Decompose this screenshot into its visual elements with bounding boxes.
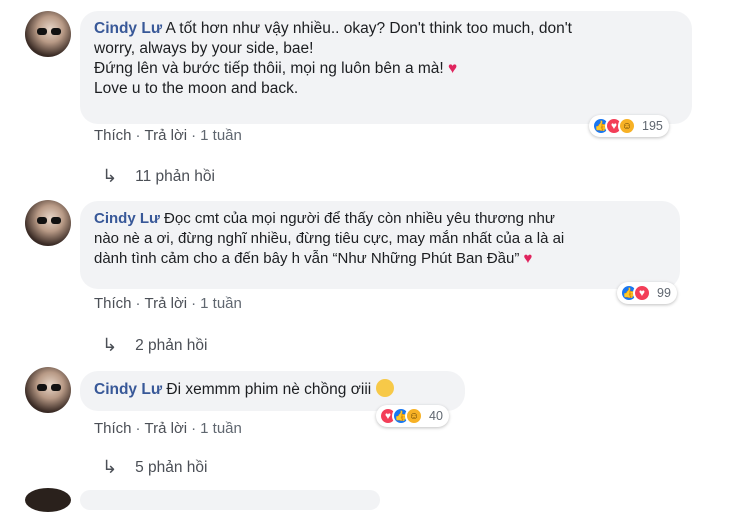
comment-actions: Thích · Trả lời · 1 tuần (94, 420, 242, 437)
replies-count-label[interactable]: 5 phản hồi (135, 459, 207, 477)
comment-author[interactable]: Cindy Lư (94, 210, 160, 227)
comment-time[interactable]: 1 tuần (200, 420, 242, 437)
reply-link[interactable]: Trả lời (145, 127, 188, 144)
separator: · (135, 127, 141, 144)
comment-bubble (80, 490, 380, 510)
comment-text-line: Đứng lên và bước tiếp thôii, mọi ng luôn… (94, 60, 444, 77)
reaction-summary[interactable]: ♥ 👍 ☺ 40 (376, 405, 449, 427)
comment-author[interactable]: Cindy Lư (94, 20, 162, 37)
separator: · (191, 295, 197, 312)
comment-text-line: dành tình cảm cho a đến bây h vẫn “Như N… (94, 250, 520, 267)
like-link[interactable]: Thích (94, 295, 132, 312)
comment-time[interactable]: 1 tuần (200, 127, 242, 144)
heart-icon: ♥ (448, 60, 458, 77)
reply-link[interactable]: Trả lời (145, 295, 188, 312)
like-link[interactable]: Thích (94, 420, 132, 437)
comment-text-line: nào nè a ơi, đừng nghĩ nhiều, đừng tiêu … (94, 230, 565, 247)
commenter-avatar[interactable] (25, 367, 71, 413)
reaction-count: 40 (429, 409, 443, 423)
reply-arrow-icon: ↳ (102, 457, 118, 477)
comment-text-line: Đọc cmt của mọi người để thấy còn nhiều … (164, 210, 555, 227)
separator: · (191, 420, 197, 437)
commenter-avatar[interactable] (25, 11, 71, 57)
reaction-count: 195 (642, 119, 663, 133)
comment-time[interactable]: 1 tuần (200, 295, 242, 312)
view-replies-link[interactable]: ↳ 5 phản hồi (102, 457, 208, 478)
reaction-count: 99 (657, 286, 671, 300)
comment-text-line: Đi xemmm phim nè chồng ơiii (166, 381, 372, 398)
haha-reaction-icon: ☺ (618, 117, 636, 135)
comment-text-line: Love u to the moon and back. (94, 80, 299, 97)
reaction-summary[interactable]: 👍 ♥ 99 (617, 282, 677, 304)
reply-arrow-icon: ↳ (102, 335, 118, 355)
commenter-avatar[interactable] (25, 488, 71, 512)
like-link[interactable]: Thích (94, 127, 132, 144)
replies-count-label[interactable]: 2 phản hồi (135, 337, 207, 355)
view-replies-link[interactable]: ↳ 11 phản hồi (102, 166, 215, 187)
haha-reaction-icon: ☺ (405, 407, 423, 425)
comment-actions: Thích · Trả lời · 1 tuần (94, 295, 242, 312)
comment-author[interactable]: Cindy Lư (94, 381, 162, 398)
reply-link[interactable]: Trả lời (145, 420, 188, 437)
comment-text-line: worry, always by your side, bae! (94, 40, 314, 57)
separator: · (135, 420, 141, 437)
commenter-avatar[interactable] (25, 200, 71, 246)
comment-actions: Thích · Trả lời · 1 tuần (94, 127, 242, 144)
smile-emoji-icon (375, 379, 394, 397)
reply-arrow-icon: ↳ (102, 166, 118, 186)
view-replies-link[interactable]: ↳ 2 phản hồi (102, 335, 208, 356)
comment-bubble: Cindy Lư A tốt hơn như vậy nhiều.. okay?… (80, 11, 692, 124)
reaction-summary[interactable]: 👍 ♥ ☺ 195 (589, 115, 669, 137)
heart-icon: ♥ (523, 250, 533, 267)
replies-count-label[interactable]: 11 phản hồi (135, 168, 215, 186)
separator: · (135, 295, 141, 312)
separator: · (191, 127, 197, 144)
comment-bubble: Cindy Lư Đọc cmt của mọi người để thấy c… (80, 201, 680, 289)
comment-text-line: A tốt hơn như vậy nhiều.. okay? Don't th… (165, 20, 572, 37)
love-reaction-icon: ♥ (633, 284, 651, 302)
